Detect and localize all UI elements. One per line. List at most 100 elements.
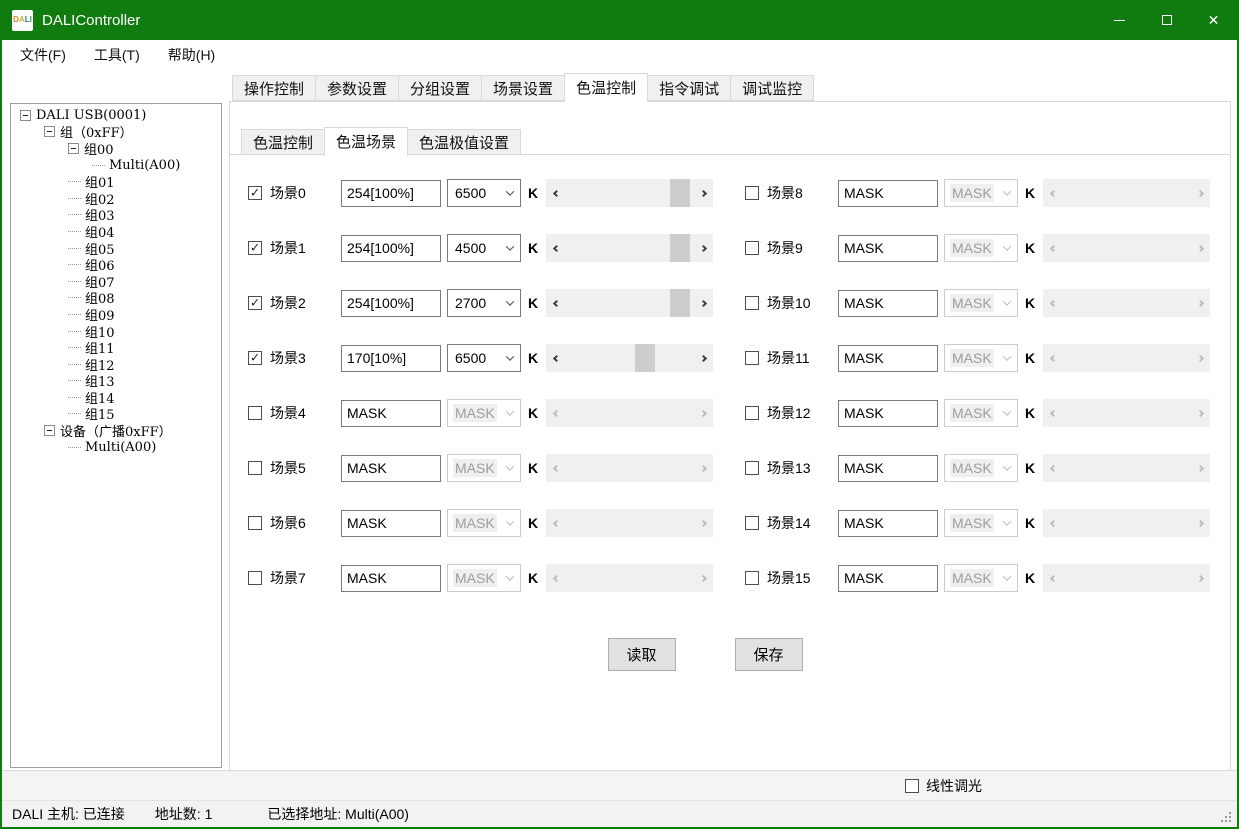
tree-item[interactable]: 组04 (11, 223, 221, 240)
scroll-left-button[interactable] (1043, 179, 1060, 207)
close-button[interactable]: ✕ (1190, 0, 1237, 40)
kelvin-scrollbar[interactable] (546, 234, 713, 262)
scroll-left-button[interactable] (546, 179, 563, 207)
tree-item[interactable]: DALI USB(0001) (11, 107, 221, 124)
scroll-right-button[interactable] (696, 344, 713, 372)
tree-item[interactable]: Multi(A00) (11, 157, 221, 174)
scroll-right-button[interactable] (1193, 289, 1210, 317)
scene-level-input[interactable] (341, 400, 441, 427)
scrollbar-track[interactable] (563, 564, 696, 592)
main-tab-2[interactable]: 分组设置 (398, 75, 482, 101)
scrollbar-track[interactable] (563, 234, 696, 262)
scrollbar-thumb[interactable] (670, 234, 690, 262)
scene-checkbox-group[interactable]: ✓ 场景1 (248, 238, 341, 258)
kelvin-dropdown[interactable]: MASK (944, 344, 1018, 372)
linear-dimming-checkbox-group[interactable]: 线性调光 (905, 776, 982, 796)
scrollbar-track[interactable] (563, 509, 696, 537)
tree-item[interactable]: 组11 (11, 339, 221, 356)
scroll-left-button[interactable] (546, 454, 563, 482)
scene-checkbox-group[interactable]: 场景4 (248, 403, 341, 423)
tree-item[interactable]: 设备（广播0xFF） (11, 422, 221, 439)
scene-checkbox[interactable]: ✓ (248, 241, 262, 255)
scrollbar-track[interactable] (1060, 234, 1193, 262)
tree-item[interactable]: 组06 (11, 256, 221, 273)
collapse-icon[interactable] (44, 126, 55, 137)
scene-checkbox[interactable] (745, 406, 759, 420)
scene-level-input[interactable] (341, 345, 441, 372)
kelvin-scrollbar[interactable] (546, 509, 713, 537)
kelvin-dropdown[interactable]: 6500 (447, 179, 521, 207)
scene-checkbox-group[interactable]: 场景10 (745, 293, 838, 313)
scene-level-input[interactable] (838, 565, 938, 592)
scene-level-input[interactable] (838, 290, 938, 317)
kelvin-scrollbar[interactable] (1043, 179, 1210, 207)
sub-tab-2[interactable]: 色温极值设置 (407, 129, 521, 155)
scene-checkbox[interactable] (745, 186, 759, 200)
scrollbar-track[interactable] (563, 399, 696, 427)
scene-checkbox-group[interactable]: 场景13 (745, 458, 838, 478)
kelvin-dropdown[interactable]: 4500 (447, 234, 521, 262)
tree-item[interactable]: 组14 (11, 389, 221, 406)
scene-checkbox-group[interactable]: 场景7 (248, 568, 341, 588)
scene-checkbox[interactable] (248, 571, 262, 585)
kelvin-dropdown[interactable]: MASK (447, 509, 521, 537)
tree-item[interactable]: 组10 (11, 323, 221, 340)
scroll-left-button[interactable] (1043, 289, 1060, 317)
scrollbar-track[interactable] (563, 289, 696, 317)
kelvin-dropdown[interactable]: MASK (944, 454, 1018, 482)
kelvin-scrollbar[interactable] (1043, 399, 1210, 427)
scene-level-input[interactable] (838, 345, 938, 372)
scrollbar-track[interactable] (563, 344, 696, 372)
tree-item[interactable]: 组12 (11, 356, 221, 373)
main-tab-5[interactable]: 指令调试 (647, 75, 731, 101)
kelvin-dropdown[interactable]: MASK (447, 399, 521, 427)
scene-level-input[interactable] (341, 510, 441, 537)
scroll-right-button[interactable] (1193, 234, 1210, 262)
scene-checkbox-group[interactable]: 场景5 (248, 458, 341, 478)
scene-checkbox[interactable] (745, 571, 759, 585)
scroll-left-button[interactable] (1043, 399, 1060, 427)
scene-checkbox[interactable]: ✓ (248, 296, 262, 310)
kelvin-scrollbar[interactable] (1043, 509, 1210, 537)
sub-tab-0[interactable]: 色温控制 (241, 129, 325, 155)
kelvin-dropdown[interactable]: MASK (447, 454, 521, 482)
scrollbar-thumb[interactable] (635, 344, 655, 372)
collapse-icon[interactable] (68, 143, 79, 154)
kelvin-dropdown[interactable]: MASK (944, 399, 1018, 427)
scene-checkbox[interactable] (745, 461, 759, 475)
menu-item[interactable]: 文件(F) (10, 41, 76, 69)
read-button[interactable]: 读取 (608, 638, 676, 671)
resize-grip-icon[interactable] (1229, 820, 1231, 822)
tree-item[interactable]: 组09 (11, 306, 221, 323)
scrollbar-track[interactable] (563, 454, 696, 482)
scroll-right-button[interactable] (1193, 564, 1210, 592)
scroll-right-button[interactable] (696, 564, 713, 592)
tree-item[interactable]: 组08 (11, 290, 221, 307)
scroll-right-button[interactable] (696, 234, 713, 262)
tree-item[interactable]: 组13 (11, 373, 221, 390)
kelvin-dropdown[interactable]: MASK (447, 564, 521, 592)
scene-checkbox[interactable] (745, 351, 759, 365)
scene-level-input[interactable] (341, 290, 441, 317)
kelvin-scrollbar[interactable] (546, 454, 713, 482)
scrollbar-thumb[interactable] (670, 179, 690, 207)
sub-tab-1[interactable]: 色温场景 (324, 127, 408, 156)
minimize-button[interactable] (1096, 0, 1143, 40)
scene-level-input[interactable] (341, 455, 441, 482)
scroll-left-button[interactable] (546, 399, 563, 427)
scene-checkbox-group[interactable]: 场景9 (745, 238, 838, 258)
scrollbar-track[interactable] (1060, 399, 1193, 427)
scroll-left-button[interactable] (546, 344, 563, 372)
kelvin-dropdown[interactable]: 6500 (447, 344, 521, 372)
scrollbar-track[interactable] (1060, 509, 1193, 537)
scroll-left-button[interactable] (1043, 234, 1060, 262)
scene-checkbox[interactable] (745, 241, 759, 255)
scene-checkbox-group[interactable]: 场景14 (745, 513, 838, 533)
scene-checkbox[interactable] (745, 516, 759, 530)
tree-item[interactable]: 组15 (11, 406, 221, 423)
scene-checkbox-group[interactable]: 场景12 (745, 403, 838, 423)
scrollbar-track[interactable] (1060, 564, 1193, 592)
tree-item[interactable]: 组02 (11, 190, 221, 207)
scroll-right-button[interactable] (696, 454, 713, 482)
tree-item[interactable]: 组03 (11, 207, 221, 224)
